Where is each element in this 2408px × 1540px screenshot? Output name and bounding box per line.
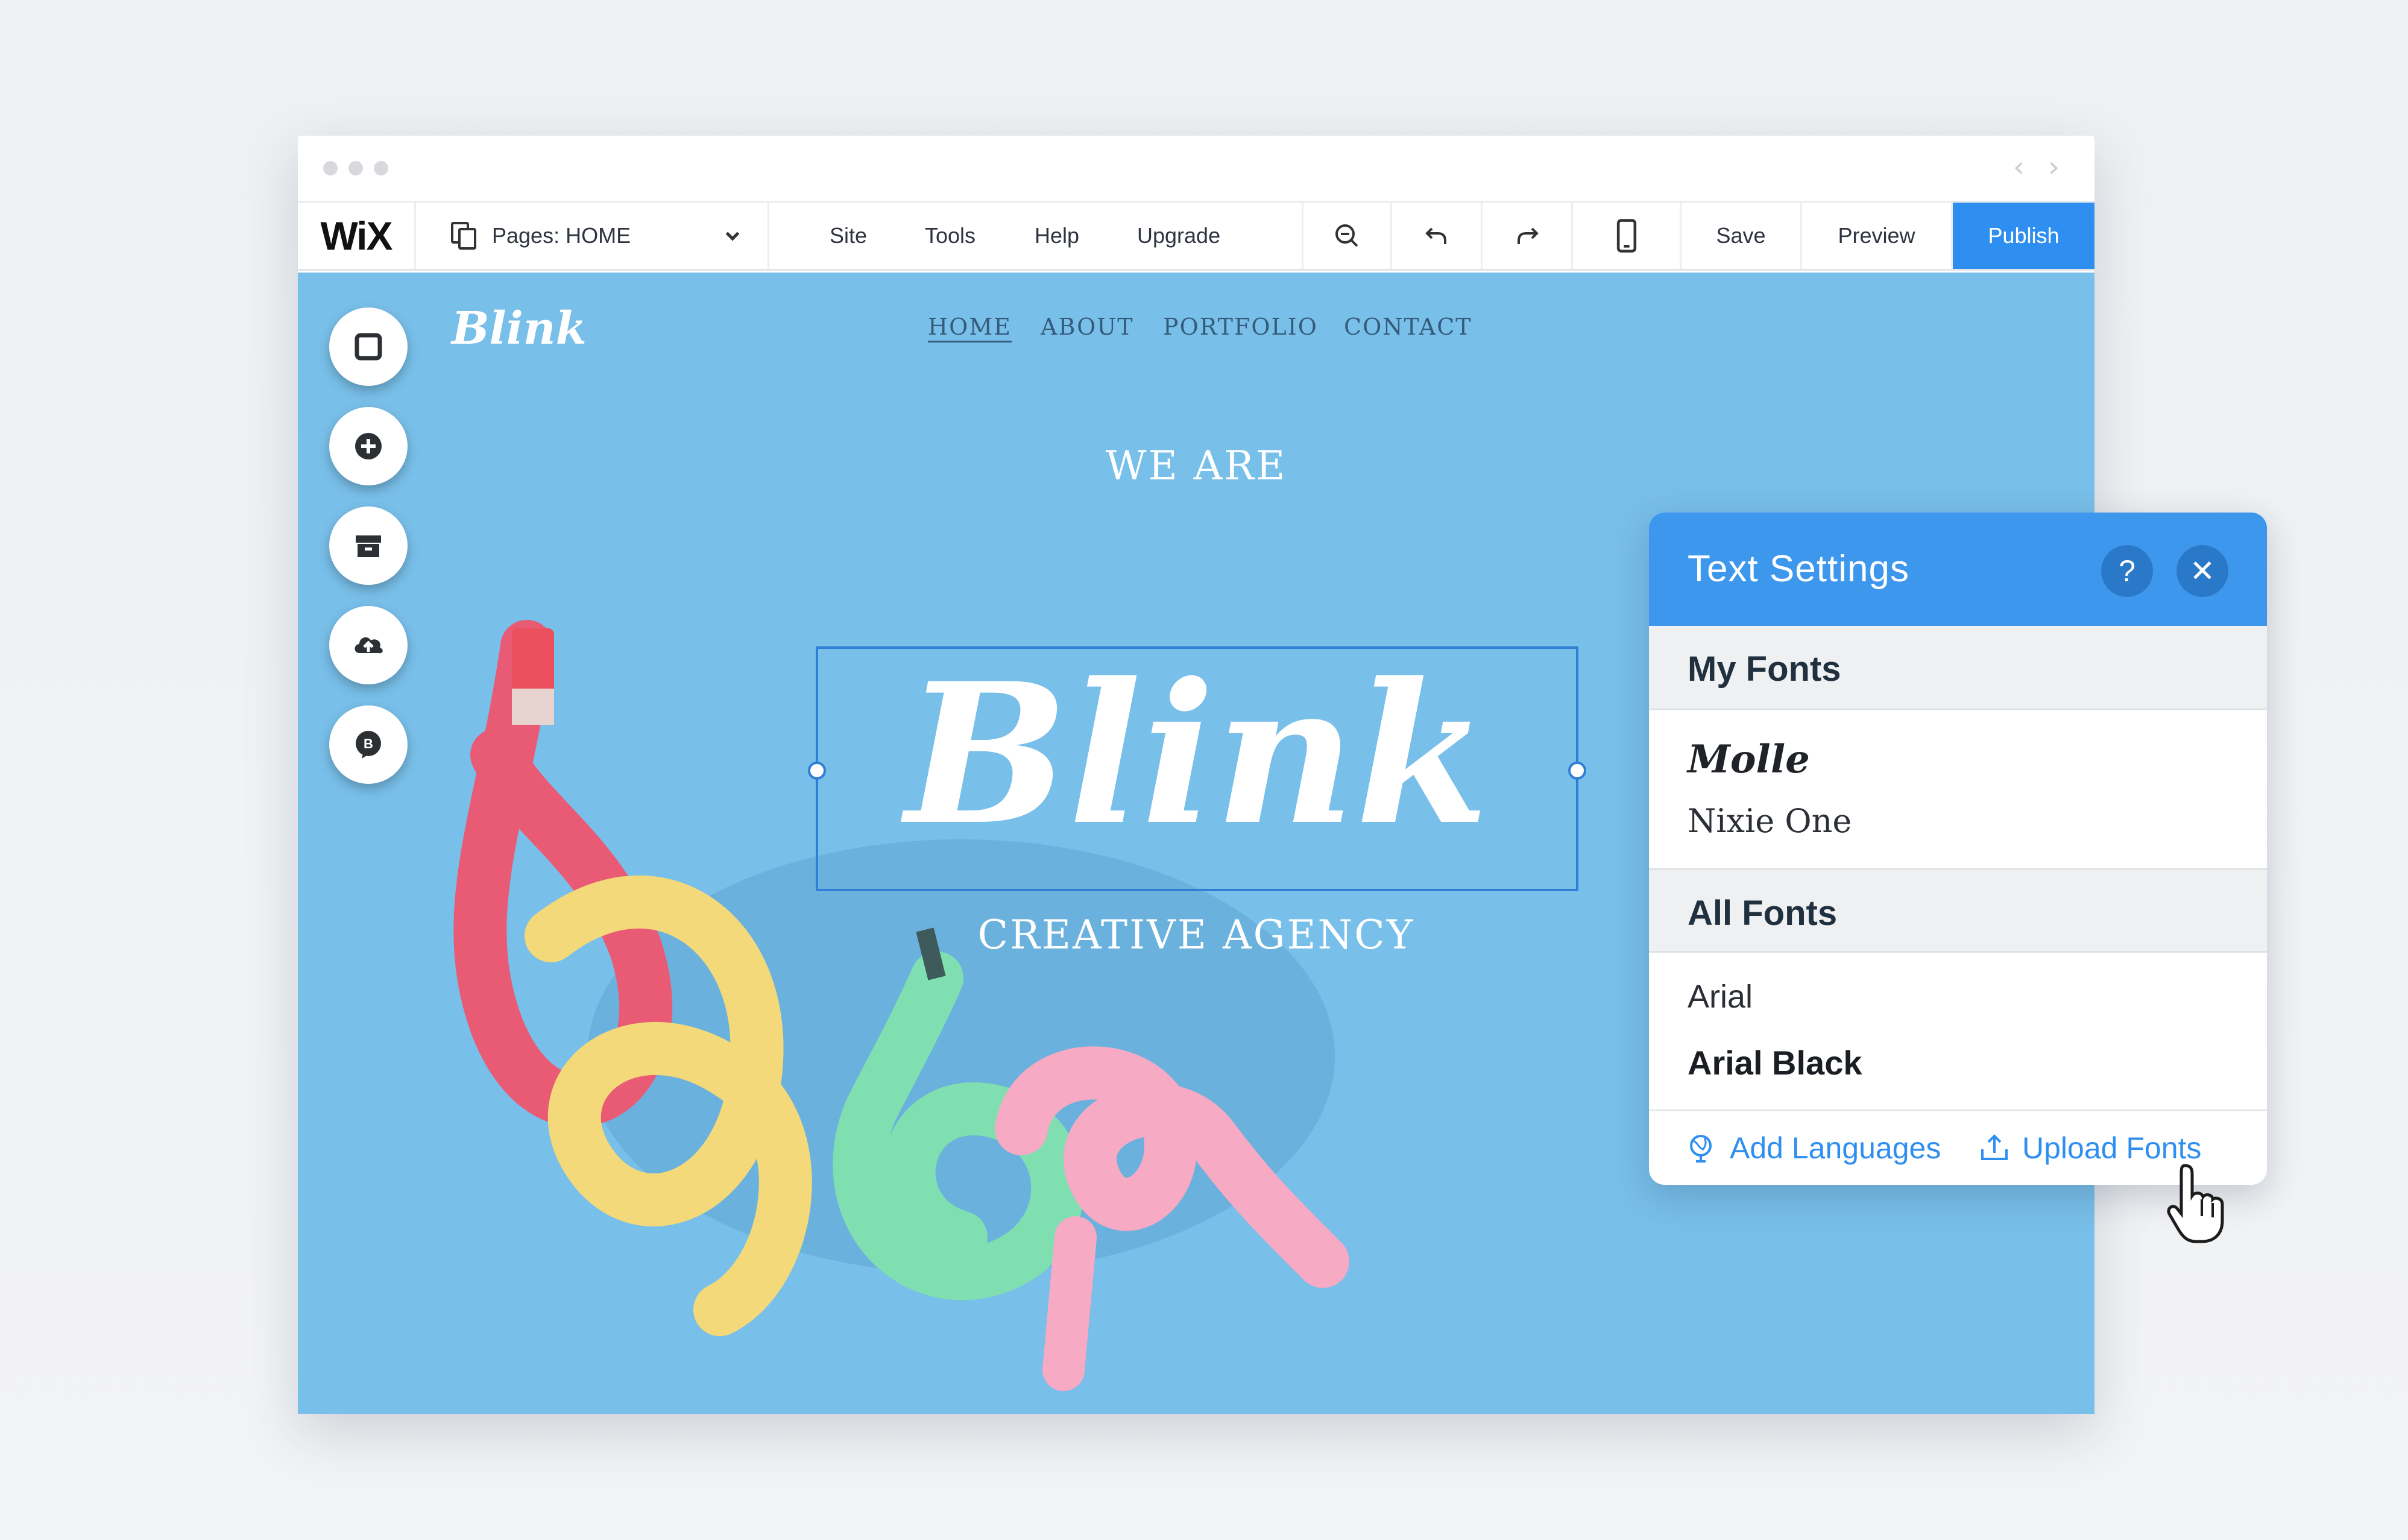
- menu-upgrade[interactable]: Upgrade: [1137, 203, 1220, 269]
- menu-help[interactable]: Help: [1035, 203, 1079, 269]
- blog-tool-button[interactable]: B: [329, 705, 408, 784]
- close-button[interactable]: ✕: [2176, 545, 2228, 597]
- my-fonts-header: My Fonts: [1649, 626, 2267, 710]
- window-dot-icon: [323, 161, 338, 175]
- add-languages-label: Add Languages: [1730, 1131, 1941, 1165]
- site-nav-portfolio[interactable]: PORTFOLIO: [1163, 314, 1318, 340]
- editor-toolbar: WiX Pages: HOME Site Tools Help Upgrade: [298, 201, 2094, 271]
- upload-tool-button[interactable]: [329, 606, 408, 684]
- site-logo[interactable]: Blink: [452, 303, 587, 355]
- pages-icon: [450, 221, 479, 251]
- font-option-arial[interactable]: Arial: [1688, 978, 1753, 1015]
- panel-header: Text Settings ? ✕: [1649, 513, 2267, 626]
- font-option-molle[interactable]: Molle: [1688, 737, 1810, 782]
- save-label: Save: [1716, 223, 1766, 248]
- pages-label: Pages: HOME: [492, 223, 631, 248]
- zoom-out-icon: [1335, 224, 1358, 247]
- background-icon: [355, 333, 382, 361]
- preview-label: Preview: [1838, 223, 1915, 248]
- background-tool-button[interactable]: [329, 308, 408, 386]
- window-dot-icon: [348, 161, 363, 175]
- site-nav-home[interactable]: HOME: [928, 314, 1012, 340]
- font-option-nixie-one[interactable]: Nixie One: [1688, 802, 1852, 840]
- zoom-out-button[interactable]: [1302, 203, 1392, 269]
- font-option-arial-black[interactable]: Arial Black: [1688, 1043, 1862, 1082]
- wix-logo-text: WiX: [320, 213, 392, 258]
- hero-kicker[interactable]: WE ARE: [298, 443, 2094, 489]
- pages-dropdown[interactable]: Pages: HOME: [416, 203, 769, 269]
- panel-title: Text Settings: [1688, 548, 1909, 590]
- back-arrow-icon[interactable]: ‹: [2013, 150, 2025, 184]
- undo-button[interactable]: [1392, 203, 1483, 269]
- save-button[interactable]: Save: [1682, 203, 1802, 269]
- preview-button[interactable]: Preview: [1802, 203, 1953, 269]
- upload-arrow-icon: [1981, 1134, 2008, 1160]
- publish-button[interactable]: Publish: [1953, 203, 2094, 269]
- wix-logo[interactable]: WiX: [298, 203, 416, 269]
- chevron-down-icon: [725, 227, 740, 241]
- undo-icon: [1425, 227, 1446, 244]
- add-languages-link[interactable]: Add Languages: [1685, 1131, 1941, 1166]
- upload-icon: [355, 637, 383, 654]
- globe-icon: [1690, 1135, 1712, 1163]
- forward-arrow-icon[interactable]: ›: [2048, 150, 2060, 184]
- backdrop: ‹ › WiX Pages: HOME Site Tools Help Upgr…: [0, 0, 2408, 1540]
- window-chrome: ‹ ›: [298, 136, 2094, 201]
- publish-label: Publish: [1988, 223, 2060, 248]
- site-nav-about[interactable]: ABOUT: [1041, 314, 1134, 340]
- store-icon: [356, 535, 381, 557]
- hand-cursor-icon: [2167, 1164, 2224, 1243]
- mobile-icon: [1616, 219, 1636, 253]
- blog-icon: B: [356, 731, 381, 759]
- help-icon: ?: [2119, 554, 2135, 588]
- hero-title[interactable]: Blink: [816, 628, 1578, 882]
- menu-site[interactable]: Site: [830, 203, 867, 269]
- svg-text:B: B: [364, 736, 373, 751]
- store-tool-button[interactable]: [329, 506, 408, 585]
- mobile-view-button[interactable]: [1573, 203, 1682, 269]
- text-settings-panel: Text Settings ? ✕ My Fonts Molle Nixie O…: [1649, 513, 2267, 1185]
- all-fonts-header: All Fonts: [1649, 868, 2267, 953]
- help-button[interactable]: ?: [2101, 545, 2153, 597]
- all-fonts-heading: All Fonts: [1688, 894, 1838, 933]
- my-fonts-heading: My Fonts: [1688, 649, 1841, 689]
- redo-button[interactable]: [1483, 203, 1573, 269]
- menu-tools[interactable]: Tools: [925, 203, 975, 269]
- window-dot-icon: [374, 161, 388, 175]
- close-icon: ✕: [2190, 554, 2215, 588]
- site-nav-contact[interactable]: CONTACT: [1344, 314, 1472, 340]
- redo-icon: [1517, 227, 1539, 244]
